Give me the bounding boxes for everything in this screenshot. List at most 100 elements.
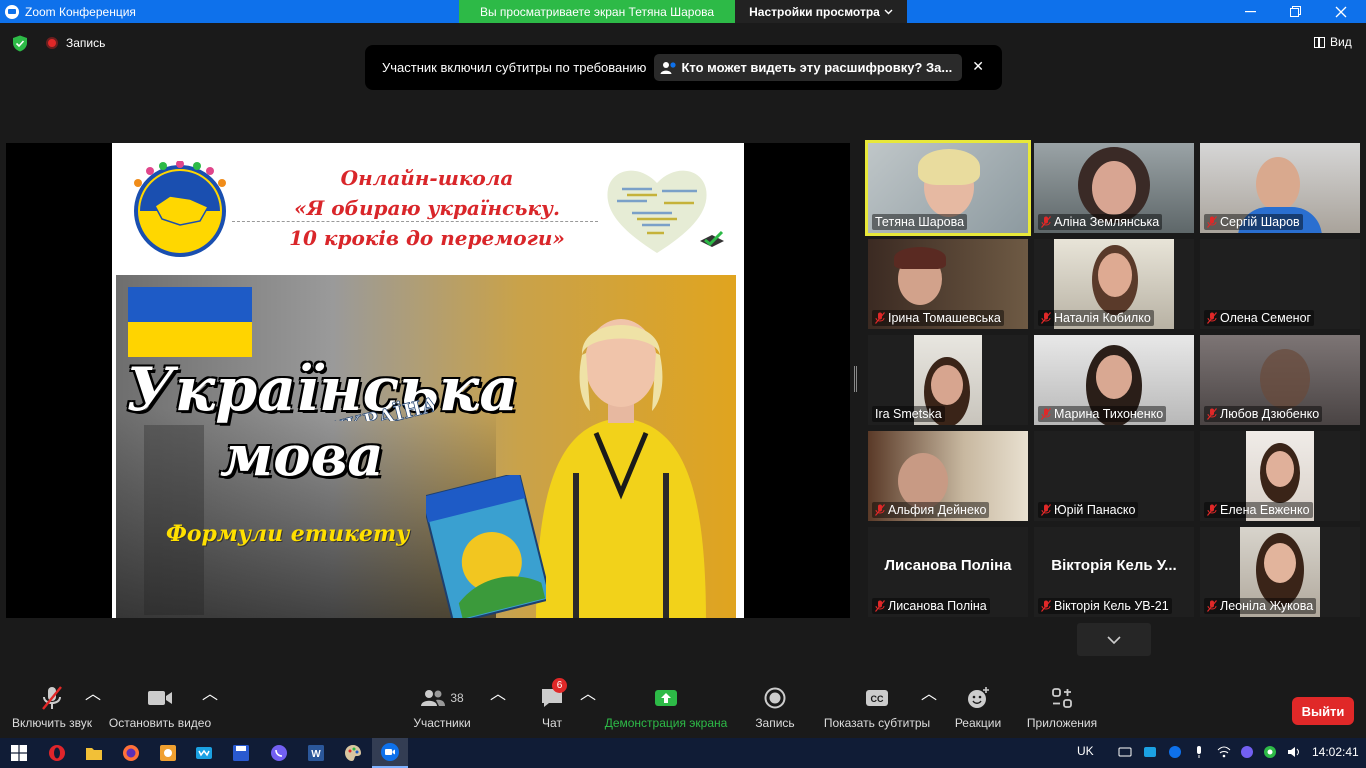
participant-name: Елена Евженко bbox=[1220, 503, 1310, 517]
webex-tray-icon[interactable] bbox=[1143, 745, 1157, 759]
shared-screen[interactable]: Онлайн-школа «Я обираю українську. 10 кр… bbox=[6, 143, 850, 618]
participant-tile[interactable]: Сергій Шаров bbox=[1200, 143, 1360, 233]
participant-name: Альфия Дейнеко bbox=[888, 503, 987, 517]
show-captions-button[interactable]: CC Показать субтитры bbox=[824, 680, 930, 738]
participant-tile[interactable]: Марина Тихоненко bbox=[1034, 335, 1194, 425]
participants-button[interactable]: 38 Участники bbox=[412, 680, 472, 738]
stop-video-label: Остановить видео bbox=[108, 716, 212, 730]
taskbar-paint[interactable] bbox=[342, 742, 364, 764]
view-options-button[interactable]: Настройки просмотра bbox=[735, 0, 907, 23]
view-button[interactable]: Вид bbox=[1314, 35, 1352, 49]
participant-face bbox=[931, 365, 963, 405]
transcript-visibility-label: Кто может видеть эту расшифровку? За... bbox=[681, 60, 953, 75]
participant-name-tag: Наталія Кобилко bbox=[1038, 310, 1154, 326]
muted-microphone-icon bbox=[42, 686, 62, 710]
stop-video-button[interactable]: Остановить видео bbox=[109, 680, 211, 738]
checkmark-logo bbox=[700, 230, 724, 247]
ukraine-book-image bbox=[426, 475, 546, 618]
school-title-line1: Онлайн-школа bbox=[340, 166, 514, 190]
security-shield-icon[interactable] bbox=[12, 35, 28, 52]
video-options-caret-icon[interactable]: ︿ bbox=[202, 680, 218, 704]
participant-tile[interactable]: Наталія Кобилко bbox=[1034, 239, 1194, 329]
recording-label: Запись bbox=[66, 36, 106, 50]
participant-tile[interactable]: Аліна Землянська bbox=[1034, 143, 1194, 233]
windows-taskbar: W bbox=[0, 738, 1366, 768]
captions-options-caret-icon[interactable]: ︿ bbox=[921, 680, 937, 704]
start-button[interactable] bbox=[8, 742, 30, 764]
leave-meeting-button[interactable]: Выйти bbox=[1292, 697, 1354, 725]
participant-face bbox=[1266, 451, 1294, 487]
participant-tile[interactable]: Юрій Панаско bbox=[1034, 431, 1194, 521]
chat-options-caret-icon[interactable]: ︿ bbox=[580, 680, 596, 704]
participant-face bbox=[1260, 349, 1310, 409]
participant-tile[interactable]: Олена Семеног bbox=[1200, 239, 1360, 329]
taskbar-media-player[interactable] bbox=[157, 742, 179, 764]
minimize-button[interactable] bbox=[1227, 0, 1273, 23]
clock[interactable]: 14:02:41 bbox=[1312, 745, 1359, 759]
taskbar-opera[interactable] bbox=[46, 742, 68, 764]
participant-tile[interactable]: Альфия Дейнеко bbox=[868, 431, 1028, 521]
participant-name-tag: Юрій Панаско bbox=[1038, 502, 1139, 518]
participant-tile[interactable]: Любов Дзюбенко bbox=[1200, 335, 1360, 425]
taskbar-webex[interactable] bbox=[193, 742, 215, 764]
participant-hair bbox=[894, 247, 946, 269]
taskbar-zoom[interactable] bbox=[372, 738, 408, 768]
chat-unread-badge: 6 bbox=[552, 678, 567, 693]
muted-mic-icon bbox=[875, 504, 885, 516]
chrome-tray-icon[interactable] bbox=[1263, 745, 1277, 759]
muted-mic-icon bbox=[875, 600, 885, 612]
microphone-tray-icon[interactable] bbox=[1192, 745, 1206, 759]
participant-tile[interactable]: Елена Евженко bbox=[1200, 431, 1360, 521]
keyboard-tray-icon[interactable] bbox=[1118, 745, 1132, 759]
volume-icon[interactable] bbox=[1287, 745, 1301, 759]
taskbar-firefox[interactable] bbox=[120, 742, 142, 764]
participant-name-tag: Любов Дзюбенко bbox=[1204, 406, 1323, 422]
taskbar-viber[interactable] bbox=[268, 742, 290, 764]
participant-name-tag: Сергій Шаров bbox=[1204, 214, 1303, 230]
participant-tile[interactable]: Леоніла Жукова bbox=[1200, 527, 1360, 617]
presentation-slide: Онлайн-школа «Я обираю українську. 10 кр… bbox=[112, 143, 744, 618]
window-title: Zoom Конференция bbox=[25, 4, 136, 19]
participant-tile[interactable]: Лисанова Поліна Лисанова Поліна bbox=[868, 527, 1028, 617]
grid-view-icon bbox=[1314, 36, 1325, 48]
taskbar-file-explorer[interactable] bbox=[83, 742, 105, 764]
chat-label: Чат bbox=[542, 716, 562, 730]
zoom-logo-icon bbox=[5, 4, 19, 19]
school-title-line3: 10 кроків до перемоги» bbox=[289, 226, 565, 250]
keyboard-language[interactable]: UK bbox=[1077, 744, 1094, 758]
apps-icon bbox=[1052, 688, 1072, 708]
wifi-icon[interactable] bbox=[1217, 745, 1231, 759]
book-title: УКРАЇНА bbox=[334, 391, 434, 421]
caption-notification-close-button[interactable]: ✕ bbox=[972, 58, 984, 75]
transcript-visibility-button[interactable]: Кто может видеть эту расшифровку? За... bbox=[654, 54, 963, 81]
participant-name: Леоніла Жукова bbox=[1220, 599, 1314, 613]
viber-tray-icon[interactable] bbox=[1240, 745, 1254, 759]
muted-mic-icon bbox=[1041, 600, 1051, 612]
close-window-button[interactable] bbox=[1318, 0, 1364, 23]
participant-name-tag: Вікторія Кель УВ-21 bbox=[1038, 598, 1172, 614]
record-button[interactable]: Запись bbox=[752, 680, 798, 738]
recording-indicator-icon[interactable] bbox=[46, 37, 58, 49]
reactions-button[interactable]: Реакции bbox=[954, 680, 1002, 738]
chat-button[interactable]: 6 Чат bbox=[535, 678, 569, 738]
record-icon bbox=[764, 687, 786, 709]
participant-tile[interactable]: Тетяна Шарова bbox=[865, 140, 1031, 236]
view-options-label: Настройки просмотра bbox=[749, 4, 880, 19]
restore-button[interactable] bbox=[1272, 0, 1318, 23]
taskbar-save-app[interactable] bbox=[230, 742, 252, 764]
participant-tile[interactable]: Вікторія Кель У... Вікторія Кель УВ-21 bbox=[1034, 527, 1194, 617]
closed-captions-icon: CC bbox=[866, 690, 888, 706]
unmute-button[interactable]: Включить звук bbox=[10, 680, 94, 738]
share-screen-button[interactable]: Демонстрация экрана bbox=[605, 680, 727, 738]
participant-tile[interactable]: Ira Smetska bbox=[868, 335, 1028, 425]
apps-button[interactable]: Приложения bbox=[1025, 680, 1099, 738]
participant-name-tag: Альфия Дейнеко bbox=[872, 502, 990, 518]
taskbar-word[interactable]: W bbox=[305, 742, 327, 764]
participants-options-caret-icon[interactable]: ︿ bbox=[490, 680, 506, 704]
gallery-scroll-down-button[interactable] bbox=[1077, 623, 1151, 656]
audio-options-caret-icon[interactable]: ︿ bbox=[85, 680, 101, 704]
muted-mic-icon bbox=[1207, 408, 1217, 420]
zoom-tray-icon[interactable] bbox=[1168, 745, 1182, 759]
participant-tile[interactable]: Ірина Томашевська bbox=[868, 239, 1028, 329]
splitter-handle[interactable] bbox=[854, 366, 857, 392]
